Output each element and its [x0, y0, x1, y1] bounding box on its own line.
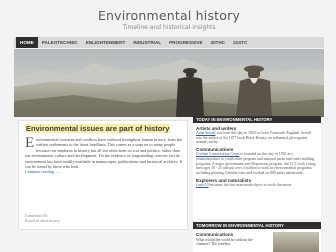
- page: Environmental history Timeline and histo…: [14, 0, 324, 252]
- post-title[interactable]: Environmental issues are part of history: [25, 124, 171, 133]
- nav-item-progressive[interactable]: PROGRESSIVE: [165, 37, 206, 48]
- today-entry-2-link[interactable]: Luna 10: [196, 183, 209, 187]
- site-tagline: Timeline and historical insights: [122, 24, 216, 31]
- post-meta: Comments Off Posted in about history: [25, 214, 60, 224]
- nav-item-20thc[interactable]: 20THC: [207, 37, 230, 48]
- nav-item-enlightenment[interactable]: ENLIGHTENMENT: [82, 37, 130, 48]
- nav-item-paleotechnic[interactable]: PALEOTECHNIC: [38, 37, 82, 48]
- post-excerpt: Environmental concerns and conflicts hav…: [25, 135, 183, 175]
- today-entry-1: Civilian Conservation Corps is founded o…: [196, 152, 318, 176]
- continue-reading-link[interactable]: Continue reading →: [25, 169, 59, 174]
- today-widget-heading: TODAY IN ENVIRONMENTAL HISTORY: [193, 116, 321, 123]
- today-entry-2-text: becomes the first man-made object to cir…: [208, 182, 293, 187]
- today-entry-1-link[interactable]: Civilian Conservation Corps: [196, 152, 239, 156]
- today-entry-0-link[interactable]: Anna Sewell: [196, 131, 216, 135]
- drop-cap: E: [25, 135, 35, 151]
- post: Environmental issues are part of history…: [18, 120, 188, 230]
- main-nav: HOME PALEOTECHNIC ENLIGHTENMENT INDUSTRI…: [14, 37, 324, 48]
- tomorrow-widget-body: Communications What would the world be w…: [193, 230, 321, 252]
- today-entry-0: Anna Sewell was born this day in 1820 in…: [196, 131, 318, 145]
- tomorrow-entry: Communications What would the world be w…: [196, 232, 266, 247]
- tomorrow-widget: TOMORROW IN ENVIRONMENTAL HISTORY Commun…: [193, 222, 321, 252]
- nav-item-21stc[interactable]: 21STC: [229, 37, 251, 48]
- today-entry-2: Luna 10 becomes the first man-made objec…: [196, 183, 318, 188]
- tomorrow-photo: [273, 232, 319, 252]
- post-category[interactable]: Posted in about history: [25, 219, 60, 224]
- today-widget: Artists and writers Anna Sewell was born…: [193, 123, 321, 219]
- nav-item-industrial[interactable]: INDUSTRIAL: [129, 37, 165, 48]
- post-body-text: nvironmental concerns and conflicts have…: [25, 137, 183, 170]
- tomorrow-widget-heading: TOMORROW IN ENVIRONMENTAL HISTORY: [193, 222, 321, 229]
- header-photo: [14, 49, 324, 117]
- nav-item-home[interactable]: HOME: [16, 37, 38, 48]
- tomorrow-text: What would the world be without the cine…: [196, 237, 253, 247]
- site-title[interactable]: Environmental history: [14, 8, 324, 23]
